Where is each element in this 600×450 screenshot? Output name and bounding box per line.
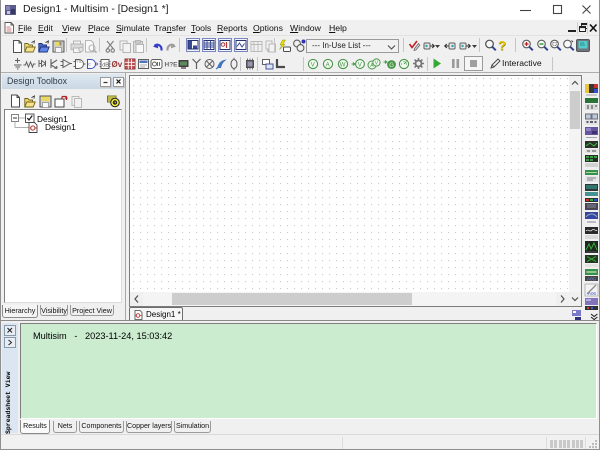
- svg-text:TTL: TTL: [76, 60, 82, 64]
- svg-text:V: V: [310, 62, 314, 68]
- svg-text:A0G: A0G: [587, 277, 597, 282]
- svg-text:W: W: [339, 62, 345, 68]
- svg-text:dB: dB: [102, 63, 109, 69]
- svg-text:V: V: [357, 62, 361, 68]
- svg-text:Øv: Øv: [111, 60, 122, 69]
- svg-text:A06: A06: [588, 291, 597, 296]
- svg-text:A: A: [325, 62, 329, 68]
- svg-text:G: G: [389, 62, 394, 68]
- svg-text:C: C: [88, 62, 91, 67]
